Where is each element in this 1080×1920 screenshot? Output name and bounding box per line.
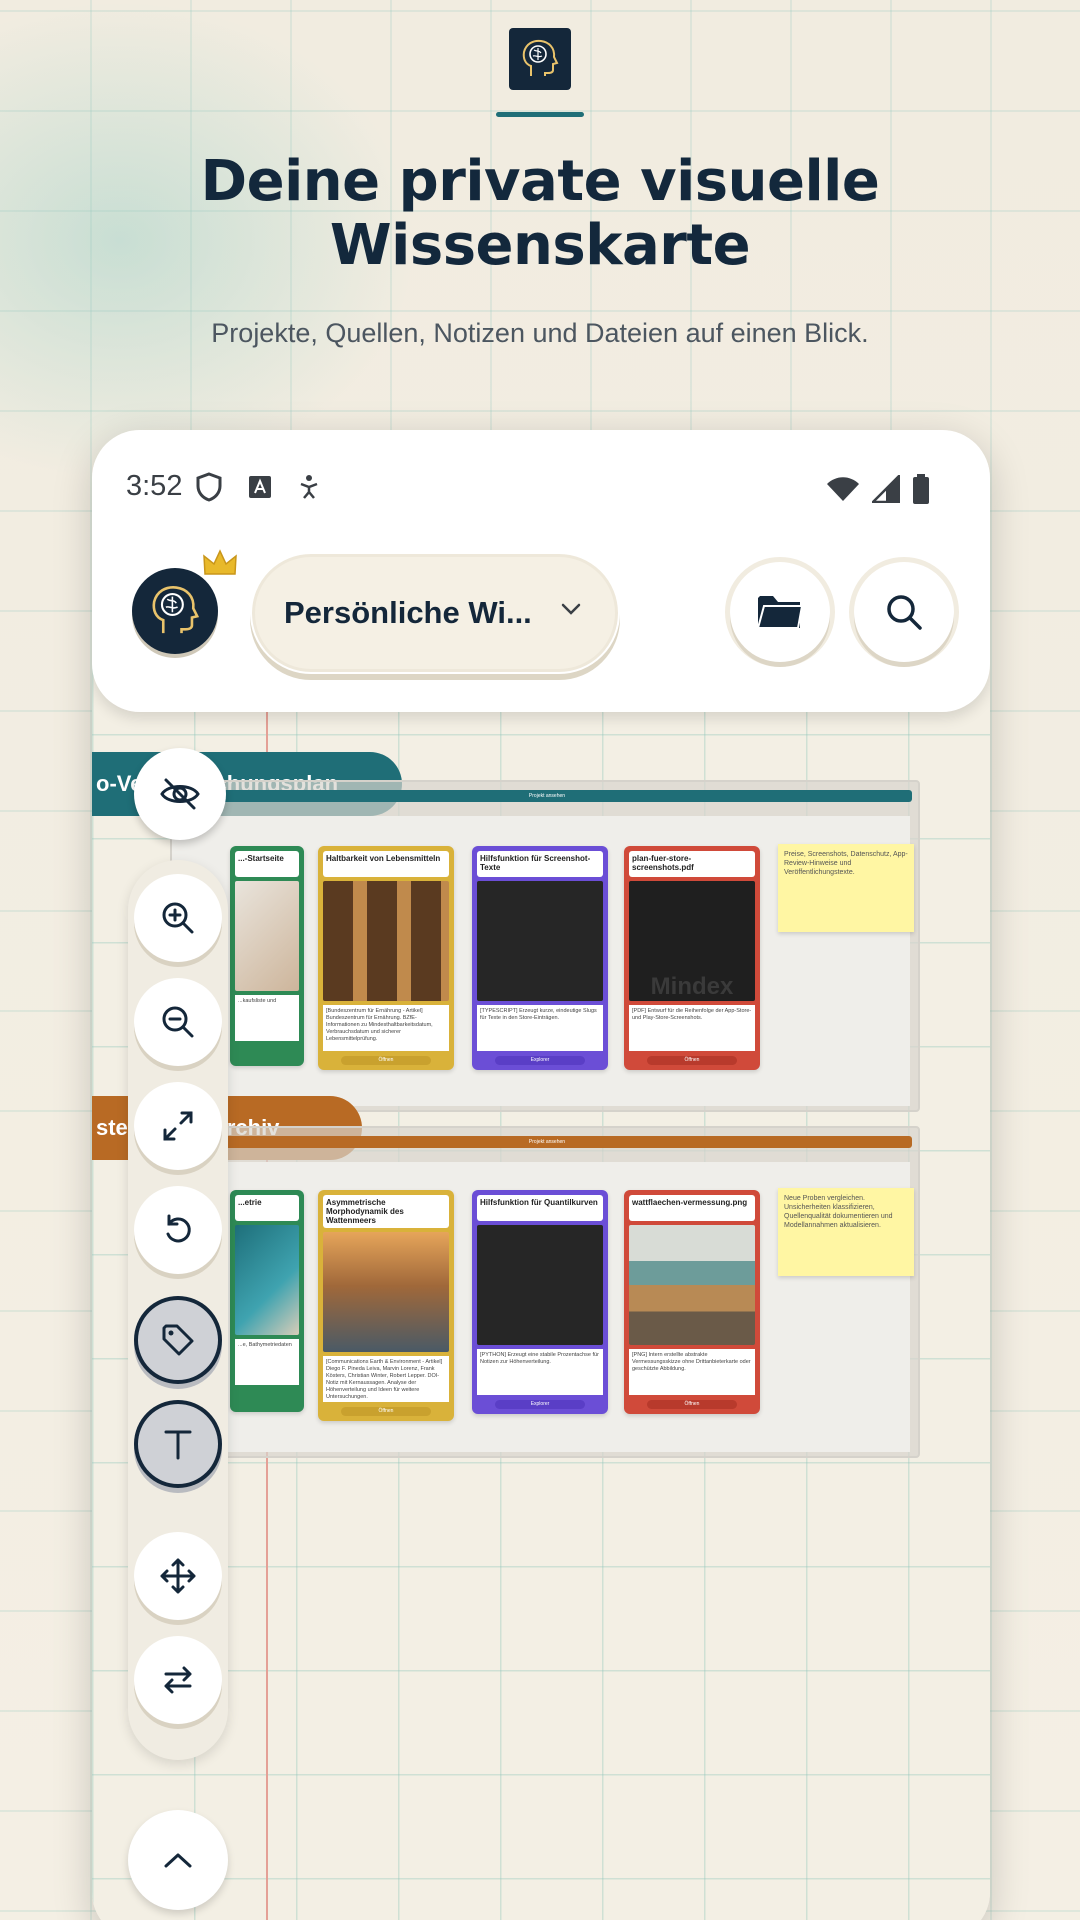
reset-icon [166,1214,191,1243]
move-icon [160,1558,196,1594]
fit-screen-button[interactable] [134,1082,222,1170]
map-selector-dropdown[interactable]: Persönliche Wi... [250,552,620,674]
pdf-watermark: Mindex [650,973,734,1000]
chevron-down-icon [561,603,581,615]
swap-tool-button[interactable] [134,1636,222,1724]
card-info: ...kaufsliste und [235,995,299,1041]
card-title: Hilfsfunktion für Quantilkurven [477,1195,603,1221]
app-logo [509,28,571,90]
card-title: ...etrie [235,1195,299,1221]
folder-button[interactable] [730,562,830,662]
translate-app-icon [249,475,272,498]
wifi-icon [827,477,859,501]
card-title: Haltbarkeit von Lebensmitteln [323,851,449,877]
move-tool-button[interactable] [134,1532,222,1620]
promo-headline: Deine private visuelle Wissenskarte [0,150,1080,278]
card-pdf-preview: Mindex [629,881,755,1001]
card-explorer-button[interactable]: Explorer [495,1056,585,1065]
battery-icon [913,474,929,504]
card-code-preview [477,881,603,1001]
card-open-button[interactable]: Öffnen [647,1400,737,1409]
phone-screen: o-Ver ntlichungsplan Projekt ansehen ...… [92,430,990,1920]
card-image [323,1232,449,1352]
card-explorer-button[interactable]: Explorer [495,1400,585,1409]
card-title: plan-fuer-store-screenshots.pdf [629,851,755,877]
logo-underline [496,112,584,117]
card-info: [PYTHON] Erzeugt eine stabile Prozentach… [477,1349,603,1395]
project-bar-label: Projekt ansehen [528,1139,566,1145]
chevron-up-icon [164,1853,192,1868]
card-title: wattflaechen-vermessung.png [629,1195,755,1221]
card-image [323,881,449,1001]
toggle-visibility-button[interactable] [134,748,226,840]
card-image [235,1225,299,1335]
headline-line-2: Wissenskarte [329,213,751,278]
card-screenshot-helper[interactable]: Hilfsfunktion für Screenshot-Texte [TYPE… [472,846,608,1070]
project-bar-label: Projekt ansehen [528,793,566,799]
zoom-out-icon [162,1006,194,1038]
tag-icon [162,1324,194,1356]
app-top-bar: 3:52 Persönliche Wi... [92,430,990,712]
card-start-page[interactable]: ...-Startseite ...kaufsliste und [230,846,304,1066]
card-info: [TYPESCRIPT] Erzeugt kurze, eindeutige S… [477,1005,603,1051]
status-bar: 3:52 [126,470,320,503]
text-tool-button[interactable] [134,1400,222,1488]
brain-head-icon [152,586,200,634]
promo-subtitle: Projekte, Quellen, Notizen und Dateien a… [211,318,869,348]
eye-off-icon [160,778,200,810]
brain-head-icon [522,39,559,76]
card-image [629,1225,755,1345]
card-wadden-morphodynamics[interactable]: Asymmetrische Morphodynamik des Wattenme… [318,1190,454,1421]
card-image [235,881,299,991]
card-title: Hilfsfunktion für Screenshot-Texte [477,851,603,877]
card-info: [Bundeszentrum für Ernährung - Artikel] … [323,1005,449,1051]
card-open-button[interactable]: Öffnen [341,1056,431,1065]
reset-view-button[interactable] [134,1186,222,1274]
project-bar[interactable]: Projekt ansehen [182,1136,912,1148]
zoom-in-icon [162,902,194,934]
fit-screen-icon [163,1111,193,1141]
status-icons [826,474,930,504]
swap-icon [164,1666,192,1694]
shield-icon [196,471,222,502]
folder-icon [756,596,804,629]
crown-icon [203,549,237,575]
search-button[interactable] [854,562,954,662]
project-bar[interactable]: Projekt ansehen [182,790,912,802]
note-text: Preise, Screenshots, Datenschutz, App-Re… [784,851,908,876]
map-selector-label: Persönliche Wi... [284,595,532,630]
card-title: Asymmetrische Morphodynamik des Wattenme… [323,1195,449,1228]
user-avatar[interactable] [132,568,218,654]
signal-icon [872,475,900,503]
card-code-preview [477,1225,603,1345]
zoom-in-button[interactable] [134,874,222,962]
tag-tool-button[interactable] [134,1296,222,1384]
card-food-shelf-life[interactable]: Haltbarkeit von Lebensmitteln [Bundeszen… [318,846,454,1070]
card-bathymetry[interactable]: ...etrie ...e, Bathymetriedaten [230,1190,304,1412]
tool-rail [128,860,228,1760]
text-icon [164,1430,192,1460]
headline-line-1: Deine private visuelle [200,149,880,214]
zoom-out-button[interactable] [134,978,222,1066]
card-quantile-helper[interactable]: Hilfsfunktion für Quantilkurven [PYTHON]… [472,1190,608,1414]
card-open-button[interactable]: Öffnen [647,1056,737,1065]
card-info: [PNG] Intern erstellte abstrakte Vermess… [629,1349,755,1395]
card-title: ...-Startseite [235,851,299,877]
note-text: Neue Proben vergleichen. Unsicherheiten … [784,1195,893,1229]
sticky-note[interactable]: Preise, Screenshots, Datenschutz, App-Re… [778,844,914,932]
status-time: 3:52 [126,470,183,502]
search-icon [887,595,922,630]
card-info: ...e, Bathymetriedaten [235,1339,299,1385]
sticky-note[interactable]: Neue Proben vergleichen. Unsicherheiten … [778,1188,914,1276]
expand-panel-button[interactable] [128,1810,228,1910]
card-info: [PDF] Entwurf für die Reihenfolge der Ap… [629,1005,755,1051]
card-open-button[interactable]: Öffnen [341,1407,431,1416]
accessibility-icon [301,474,318,499]
card-store-screenshot-pdf[interactable]: plan-fuer-store-screenshots.pdf Mindex [… [624,846,760,1070]
card-survey-png[interactable]: wattflaechen-vermessung.png [PNG] Intern… [624,1190,760,1414]
card-info: [Communications Earth & Environment - Ar… [323,1356,449,1402]
